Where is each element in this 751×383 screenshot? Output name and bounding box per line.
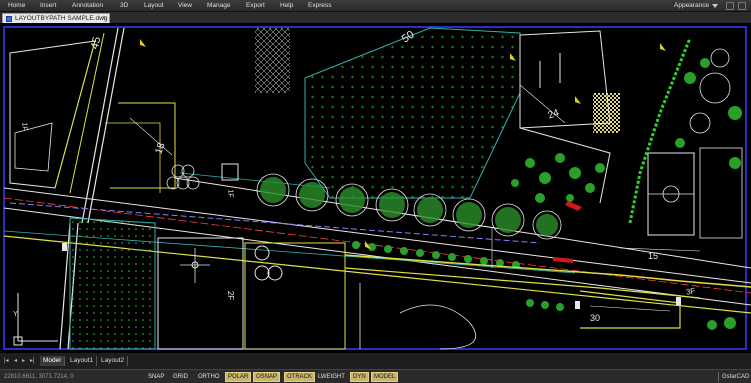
minimize-ribbon-icon[interactable] (738, 2, 746, 10)
snap-toggle[interactable]: SNAP (146, 372, 166, 382)
next-tab-icon[interactable]: ▸ (22, 356, 25, 366)
lawn-area (304, 27, 521, 199)
osnap-toggle[interactable]: OSNAP (253, 372, 281, 382)
appearance-dropdown-icon[interactable] (712, 4, 718, 8)
floor-label: 1F (20, 122, 28, 131)
prev-tab-icon[interactable]: ◂ (14, 356, 17, 366)
dyn-toggle[interactable]: DYN (350, 372, 369, 382)
coordinates-readout: 22810.6611, 3071.7214, 0 (4, 374, 74, 380)
ortho-toggle[interactable]: ORTHO (196, 372, 222, 382)
menu-3d[interactable]: 3D (118, 0, 130, 12)
grid-toggle[interactable]: GRID (171, 372, 190, 382)
document-tab-bar: LAYOUTBYPATH SAMPLE.dwg × (0, 12, 751, 23)
ucs-axis-icon (13, 293, 58, 346)
tab-layout2[interactable]: Layout2 (98, 356, 129, 366)
floor-label: 3F (685, 286, 697, 297)
building-outline (9, 40, 96, 189)
tab-layout1[interactable]: Layout1 (67, 356, 98, 366)
menu-annotation[interactable]: Annotation (70, 0, 105, 12)
dimension-label: 15 (648, 251, 659, 261)
last-tab-icon[interactable]: ▸| (30, 356, 35, 366)
cad-application-window: Home Insert Annotation 3D Layout View Ma… (0, 0, 751, 383)
model-toggle[interactable]: MODEL (371, 372, 399, 382)
drawing-file-icon (6, 16, 12, 22)
menu-layout[interactable]: Layout (142, 0, 166, 12)
first-tab-icon[interactable]: |◂ (4, 356, 9, 366)
lweight-toggle[interactable]: LWEIGHT (316, 372, 347, 382)
polar-toggle[interactable]: POLAR (225, 372, 252, 382)
menu-manage[interactable]: Manage (205, 0, 233, 12)
menu-help[interactable]: Help (278, 0, 295, 12)
menu-express[interactable]: Express (306, 0, 333, 12)
menu-insert[interactable]: Insert (38, 0, 58, 12)
ucs-y-label: Y (13, 311, 18, 318)
drawing-canvas[interactable]: * (0, 23, 751, 353)
brand-label: GstarCAD (718, 372, 749, 382)
layout-tab-bar: |◂ ◂ ▸ ▸| Model Layout1 Layout2 (0, 356, 751, 366)
document-tab[interactable]: LAYOUTBYPATH SAMPLE.dwg × (2, 13, 110, 23)
appearance-menu[interactable]: Appearance (674, 0, 709, 12)
floor-label: 2F (226, 290, 236, 301)
floor-label: 1F (226, 189, 234, 198)
shrub-cluster (511, 153, 605, 203)
otrack-toggle[interactable]: OTRACK (284, 372, 316, 382)
menu-view[interactable]: View (176, 0, 194, 12)
lawn-area (69, 217, 156, 350)
ribbon-menu-bar: Home Insert Annotation 3D Layout View Ma… (0, 0, 751, 12)
hatched-area (255, 28, 290, 93)
hatched-area (593, 93, 620, 133)
document-tab-title: LAYOUTBYPATH SAMPLE.dwg (15, 15, 108, 22)
close-tab-icon[interactable]: × (102, 14, 106, 23)
menu-home[interactable]: Home (6, 0, 27, 12)
menu-export[interactable]: Export (244, 0, 267, 12)
tab-model[interactable]: Model (40, 356, 65, 366)
dimension-label: 30 (590, 313, 601, 323)
status-bar: 22810.6611, 3071.7214, 0 SNAP GRID ORTHO… (0, 369, 751, 383)
help-icon[interactable] (726, 2, 734, 10)
cad-drawing: * (3, 26, 751, 350)
